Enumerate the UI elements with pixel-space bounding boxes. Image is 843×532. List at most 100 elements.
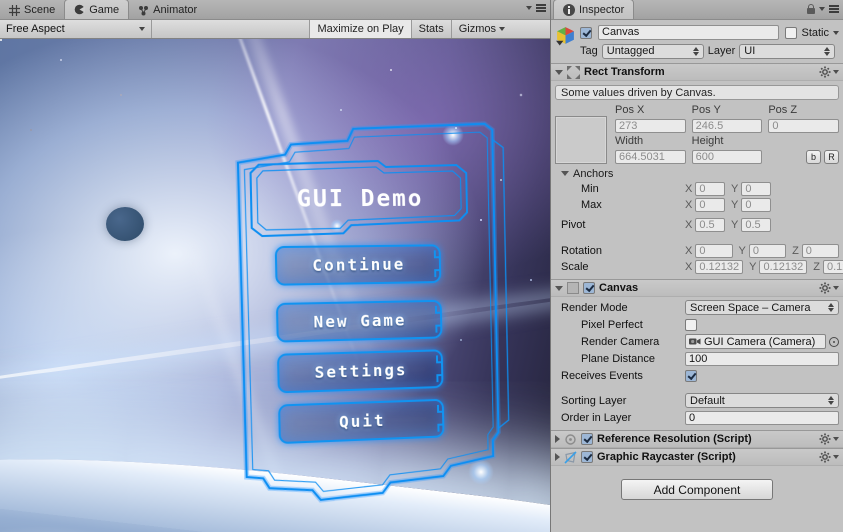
pixel-perfect-label: Pixel Perfect (581, 318, 643, 331)
scene-grid-icon (9, 4, 20, 16)
pivot-label: Pivot (561, 218, 586, 231)
scale-label: Scale (561, 261, 589, 273)
scale-y-field[interactable]: 0.12132 (759, 260, 808, 274)
sorting-layer-dropdown[interactable]: Default (685, 393, 839, 408)
gear-dropdown-icon (833, 70, 839, 74)
pixel-perfect-checkbox[interactable] (685, 318, 697, 331)
quit-button[interactable]: Quit (278, 398, 445, 445)
graphic-raycaster-header[interactable]: Graphic Raycaster (Script) (551, 448, 843, 466)
scale-z-value: 0.12132 (826, 261, 843, 273)
raw-edit-label: R (828, 152, 835, 162)
order-in-layer-label: Order in Layer (561, 411, 632, 424)
aspect-dropdown[interactable]: Free Aspect (0, 20, 152, 38)
pos-x-field[interactable]: 273 (615, 119, 686, 133)
inspector-body: Canvas Static Tag Untagged Layer UI Rect… (551, 20, 843, 532)
rotation-z-field[interactable]: 0 (801, 244, 839, 258)
object-picker-icon[interactable] (829, 336, 839, 347)
reference-resolution-checkbox[interactable] (581, 433, 593, 445)
gear-icon[interactable] (819, 451, 831, 463)
foldout-open-icon[interactable] (555, 285, 563, 291)
canvas-component-header[interactable]: Canvas (551, 279, 843, 297)
pane-dropdown-icon[interactable] (526, 6, 532, 10)
render-camera-value: GUI Camera (Camera) (704, 335, 816, 348)
pivot-y-field[interactable]: 0.5 (741, 217, 771, 232)
pos-y-field[interactable]: 246.5 (691, 119, 763, 133)
active-checkbox[interactable] (580, 26, 592, 39)
foldout-open-icon[interactable] (555, 69, 563, 75)
stats-label: Stats (418, 23, 444, 35)
pane-menu-icon[interactable] (536, 4, 546, 12)
foldout-closed-icon[interactable] (555, 453, 560, 461)
render-camera-field[interactable]: GUI Camera (Camera) (685, 334, 826, 349)
blueprint-mode-button[interactable]: b (805, 150, 821, 164)
z-axis-label: Z (813, 261, 820, 273)
add-component-button[interactable]: Add Component (621, 479, 773, 500)
pivot-x-field[interactable]: 0.5 (695, 217, 725, 232)
gizmos-button[interactable]: Gizmos (450, 20, 512, 38)
inspector-dropdown-icon[interactable] (819, 7, 825, 11)
foldout-closed-icon[interactable] (555, 435, 560, 443)
canvas-enabled-checkbox[interactable] (583, 282, 595, 294)
render-camera-label: Render Camera (581, 335, 660, 348)
anchors-min-x-field[interactable]: 0 (695, 182, 725, 196)
gear-icon[interactable] (819, 282, 831, 294)
anchors-foldout-row[interactable]: Anchors (551, 166, 843, 181)
pos-y-value: 246.5 (695, 120, 724, 132)
add-component-label: Add Component (653, 482, 741, 497)
name-field[interactable]: Canvas (598, 25, 780, 40)
tab-scene[interactable]: Scene (0, 1, 64, 19)
stats-button[interactable]: Stats (410, 20, 451, 38)
gear-icon[interactable] (819, 433, 831, 445)
min-label: Min (581, 183, 599, 195)
gear-icon[interactable] (819, 66, 831, 78)
menu-title: GUI Demo (297, 185, 424, 212)
new-game-button[interactable]: New Game (275, 299, 443, 343)
rect-transform-header[interactable]: Rect Transform (551, 63, 843, 81)
game-pane: Scene Game Animator Free Aspect Maximize… (0, 0, 550, 532)
y-axis-label: Y (738, 245, 746, 257)
layer-dropdown[interactable]: UI (739, 43, 835, 59)
scale-z-field[interactable]: 0.12132 (822, 260, 843, 274)
tab-game[interactable]: Game (64, 0, 130, 19)
dropdown-arrows-icon (828, 396, 834, 405)
inspector-menu-icon[interactable] (829, 5, 839, 13)
static-checkbox[interactable] (785, 26, 798, 39)
animator-icon (139, 5, 149, 15)
lock-icon[interactable] (807, 4, 815, 14)
tag-dropdown[interactable]: Untagged (601, 43, 704, 59)
maximize-on-play-label: Maximize on Play (317, 23, 404, 35)
anchors-max-x-field[interactable]: 0 (695, 198, 725, 212)
receives-events-label: Receives Events (561, 369, 643, 382)
inspector-pane: Inspector Canvas Static Tag Untagged Lay… (550, 0, 843, 532)
anchor-preview-box[interactable] (555, 116, 607, 164)
pivot-row: Pivot X 0.5 Y 0.5 (551, 216, 843, 233)
scale-x-field[interactable]: 0.12132 (695, 260, 744, 274)
receives-events-checkbox[interactable] (685, 369, 697, 382)
width-field[interactable]: 664.5031 (615, 150, 686, 164)
pos-z-field[interactable]: 0 (768, 119, 839, 133)
static-dropdown-icon[interactable] (833, 30, 839, 35)
raw-edit-button[interactable]: R (823, 150, 839, 164)
pos-y-label: Pos Y (691, 104, 721, 116)
rotation-y-field[interactable]: 0 (748, 244, 787, 258)
plane-distance-field[interactable]: 100 (685, 351, 839, 366)
reference-resolution-header[interactable]: Reference Resolution (Script) (551, 430, 843, 448)
anchors-foldout-icon[interactable] (561, 171, 569, 176)
rotation-x-field[interactable]: 0 (695, 244, 733, 258)
tab-animator[interactable]: Animator (129, 1, 206, 19)
continue-button[interactable]: Continue (274, 244, 442, 286)
maximize-on-play-button[interactable]: Maximize on Play (309, 20, 411, 38)
graphic-raycaster-checkbox[interactable] (581, 451, 593, 463)
settings-button[interactable]: Settings (277, 349, 444, 394)
render-mode-dropdown[interactable]: Screen Space – Camera (685, 300, 839, 315)
continue-label: Continue (312, 254, 406, 275)
canvas-component-title: Canvas (599, 282, 639, 294)
plane-distance-value: 100 (689, 352, 708, 365)
anchors-max-y-field[interactable]: 0 (741, 198, 771, 212)
anchors-min-row: Min X 0 Y 0 (551, 181, 843, 197)
order-in-layer-field[interactable]: 0 (685, 410, 839, 425)
anchors-min-y-field[interactable]: 0 (741, 182, 771, 196)
height-field[interactable]: 600 (691, 150, 763, 164)
y-axis-label: Y (749, 261, 757, 273)
tab-inspector[interactable]: Inspector (553, 0, 635, 19)
